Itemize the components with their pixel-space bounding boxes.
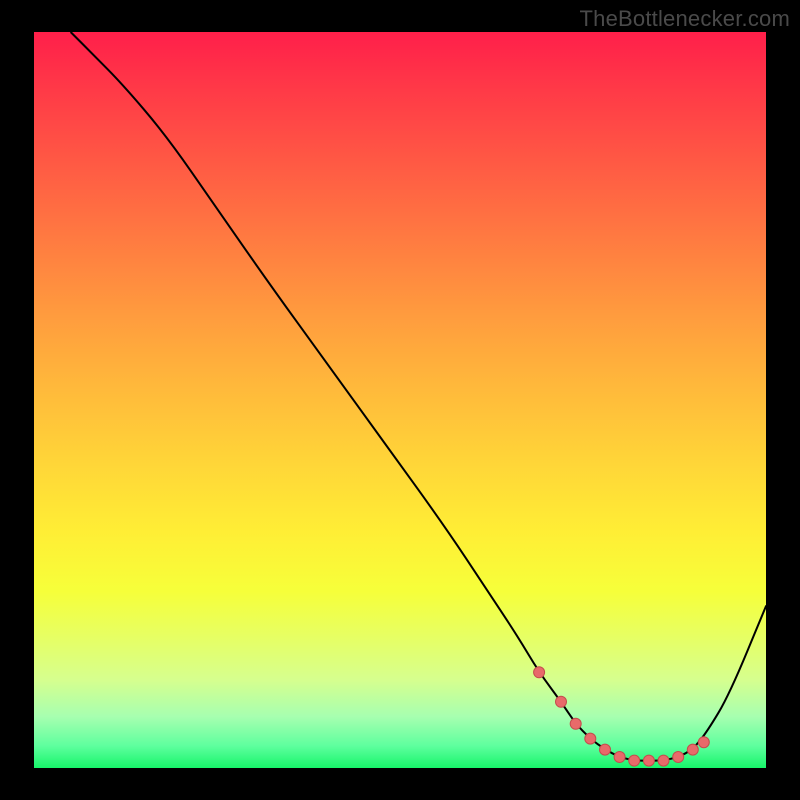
curve-line [71,32,766,761]
floor-marker [570,718,581,729]
chart-frame: TheBottlenecker.com [0,0,800,800]
watermark-text: TheBottlenecker.com [580,6,790,32]
floor-marker [585,733,596,744]
floor-marker [687,744,698,755]
floor-marker [673,752,684,763]
floor-marker [658,755,669,766]
plot-area [34,32,766,768]
floor-marker [534,667,545,678]
floor-marker [600,744,611,755]
bottleneck-curve [34,32,766,768]
floor-marker [643,755,654,766]
floor-marker [629,755,640,766]
floor-marker [556,696,567,707]
floor-markers [534,667,710,766]
floor-marker [614,752,625,763]
floor-marker [698,737,709,748]
